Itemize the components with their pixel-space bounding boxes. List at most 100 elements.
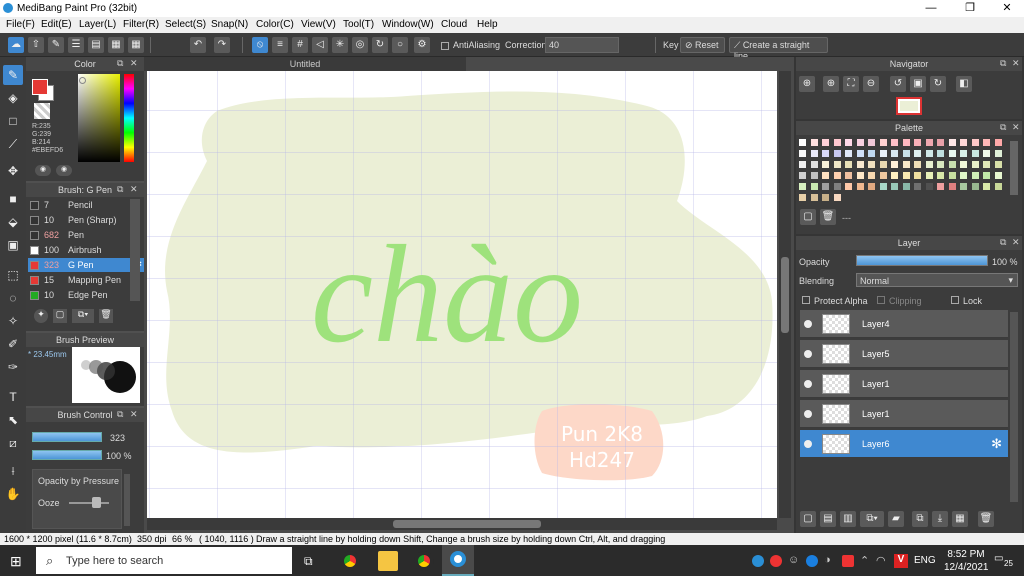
palette-swatch[interactable] <box>855 160 865 169</box>
menu-file[interactable]: File(F) <box>6 19 35 30</box>
gear-icon[interactable]: ⚙ <box>414 37 430 53</box>
create-straight-line-button[interactable]: ⟋ Create a straight line <box>729 37 828 61</box>
messenger-icon[interactable] <box>806 555 818 567</box>
upload-icon[interactable]: ⇧ <box>28 37 44 53</box>
popout-icon[interactable]: ⧉ <box>1000 237 1006 248</box>
eye-icon[interactable] <box>804 380 812 388</box>
ooze-slider-track[interactable] <box>69 502 109 504</box>
palette-swatch[interactable] <box>924 171 934 180</box>
palette-swatch[interactable] <box>890 171 899 180</box>
palette-swatch[interactable] <box>809 138 819 147</box>
palette-swatch[interactable] <box>993 149 1003 158</box>
eye-icon[interactable] <box>804 320 812 328</box>
chrome-icon[interactable] <box>340 551 360 571</box>
palette-swatch[interactable] <box>993 160 1003 169</box>
grid-snap-icon[interactable]: # <box>292 37 308 53</box>
palette-swatch[interactable] <box>809 160 819 169</box>
palette-swatch[interactable] <box>821 138 830 147</box>
menu-layer[interactable]: Layer(L) <box>79 19 116 30</box>
palette-swatch[interactable] <box>798 149 807 158</box>
add-brush-icon[interactable]: ▢ <box>53 309 67 323</box>
brush-tool-icon[interactable]: ✎ <box>3 65 23 85</box>
layer-row[interactable]: Layer4 <box>800 310 1008 338</box>
copy-brush-icon[interactable]: ⧉▾ <box>72 309 94 323</box>
palette-swatch[interactable] <box>878 160 888 169</box>
menu-edit[interactable]: Edit(E) <box>41 19 72 30</box>
palette-swatch[interactable] <box>855 138 865 147</box>
palette-swatch[interactable] <box>947 138 957 147</box>
brush-list-item[interactable]: 682 Pen <box>28 228 146 242</box>
move-tool-icon[interactable]: ✥ <box>3 161 23 181</box>
grid-tiles-icon[interactable]: ▦ <box>128 37 144 53</box>
close-button[interactable]: ✕ <box>992 1 1022 16</box>
palette-swatch[interactable] <box>809 193 819 202</box>
layer-row[interactable]: Layer1 <box>800 400 1008 428</box>
palette-swatch[interactable] <box>855 182 865 191</box>
chrome-profile-icon[interactable] <box>414 551 434 571</box>
task-view-icon[interactable]: ⧉ <box>304 554 318 568</box>
horizontal-scroll-thumb[interactable] <box>393 520 541 528</box>
palette-swatch[interactable] <box>913 182 922 191</box>
lock-checkbox[interactable] <box>951 296 959 304</box>
palette-swatch[interactable] <box>844 171 853 180</box>
palette-swatch[interactable] <box>993 182 1003 191</box>
palette-scrollbar[interactable] <box>1010 141 1018 195</box>
eraser-tool-icon[interactable]: ◈ <box>3 88 23 108</box>
clipping-checkbox[interactable] <box>877 296 885 304</box>
palette-swatch[interactable] <box>901 182 911 191</box>
palette-swatch[interactable] <box>867 138 876 147</box>
brush-settings-icon[interactable]: ✦ <box>34 309 48 323</box>
palette-swatch[interactable] <box>832 182 842 191</box>
hue-slider[interactable] <box>124 74 134 162</box>
palette-swatch[interactable] <box>867 149 876 158</box>
palette-swatch[interactable] <box>936 138 945 147</box>
palette-swatch[interactable] <box>947 171 957 180</box>
palette-swatch[interactable] <box>924 149 934 158</box>
palette-swatch[interactable] <box>901 138 911 147</box>
palette-swatch[interactable] <box>855 171 865 180</box>
transparent-swatch[interactable] <box>34 103 50 119</box>
close-panel-icon[interactable]: ✕ <box>130 58 138 69</box>
palette-swatch[interactable] <box>798 182 807 191</box>
actual-size-icon[interactable]: ▣ <box>910 76 926 92</box>
layer-row[interactable]: Layer6 ✻ <box>800 430 1008 458</box>
skype-icon[interactable] <box>752 555 764 567</box>
protect-alpha-checkbox[interactable] <box>802 296 810 304</box>
clock-date[interactable]: 12/4/2021 <box>944 562 989 573</box>
snap-off-icon[interactable]: ⦸ <box>252 37 268 53</box>
palette-swatch[interactable] <box>890 160 899 169</box>
circle-snap-icon[interactable]: ○ <box>392 37 408 53</box>
flip-icon[interactable]: ◧ <box>956 76 972 92</box>
document-tab[interactable]: Untitled <box>144 57 466 71</box>
popout-icon[interactable]: ⧉ <box>1000 122 1006 133</box>
picker-cursor[interactable] <box>79 77 86 84</box>
menu-filter[interactable]: Filter(R) <box>123 19 159 30</box>
panel-icon[interactable]: ▦ <box>108 37 124 53</box>
close-panel-icon[interactable]: ✕ <box>1012 237 1020 248</box>
palette-swatch[interactable] <box>970 138 980 147</box>
network-tray-icon[interactable]: ◑ <box>824 554 831 566</box>
palette-swatch[interactable] <box>798 193 807 202</box>
palette-swatch[interactable] <box>901 160 911 169</box>
reset-rotation-icon[interactable]: ↻ <box>930 76 946 92</box>
drawing-canvas[interactable]: chào Pun 2K8 Hd247 <box>147 71 777 518</box>
palette-swatch[interactable] <box>798 138 807 147</box>
brush-list-item[interactable]: 100 Airbrush <box>28 243 146 257</box>
palette-swatch[interactable] <box>809 171 819 180</box>
saturation-value-picker[interactable] <box>78 74 120 162</box>
medibang-taskbar-item[interactable] <box>442 545 474 576</box>
color-wheel-icon[interactable]: ◉ <box>35 165 51 176</box>
palette-swatch[interactable] <box>959 138 968 147</box>
palette-swatch[interactable] <box>832 149 842 158</box>
delete-layer-icon[interactable]: 🗑 <box>978 511 994 527</box>
discord-icon[interactable]: ☺ <box>788 554 799 566</box>
menu-color[interactable]: Color(C) <box>256 19 294 30</box>
perspective-snap-icon[interactable]: ◁ <box>312 37 328 53</box>
palette-swatch[interactable] <box>890 149 899 158</box>
tray-app-icon[interactable] <box>770 555 782 567</box>
palette-swatch[interactable] <box>959 160 968 169</box>
horizontal-scrollbar[interactable] <box>147 518 777 530</box>
select-tool-icon[interactable]: ⬚ <box>3 265 23 285</box>
palette-swatch[interactable] <box>832 138 842 147</box>
add-color-icon[interactable]: ▢ <box>800 209 816 225</box>
